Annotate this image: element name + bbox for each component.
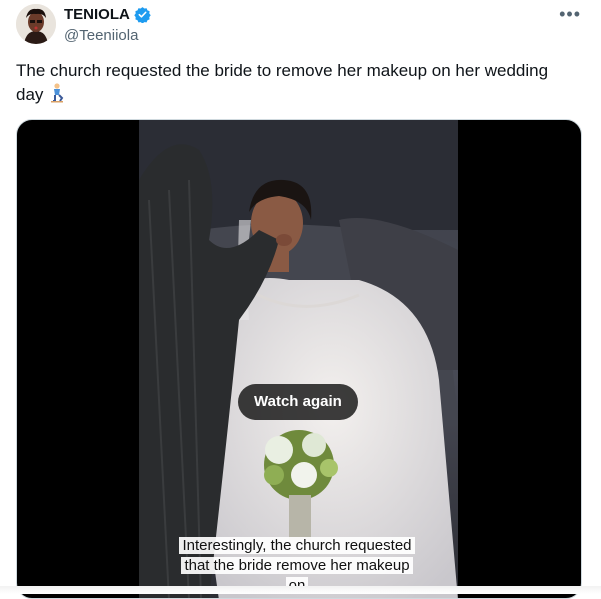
author-handle[interactable]: @Teeniiola [64,27,138,44]
verified-badge-icon [134,7,151,23]
tweet-text: The church requested the bride to remove… [16,59,576,107]
author-avatar[interactable] [16,4,56,44]
author-display-name[interactable]: TENIOLA [64,6,130,23]
video-frame-image [139,120,458,598]
bottom-divider [0,586,601,594]
kneeling-person-emoji-icon [51,83,64,103]
watch-again-button[interactable]: Watch again [238,384,358,420]
more-options-icon[interactable]: ••• [559,4,581,25]
avatar-image [16,4,56,44]
video-player[interactable]: Watch again Interestingly, the church re… [16,119,582,599]
tweet-text-body: The church requested the bride to remove… [16,61,549,104]
